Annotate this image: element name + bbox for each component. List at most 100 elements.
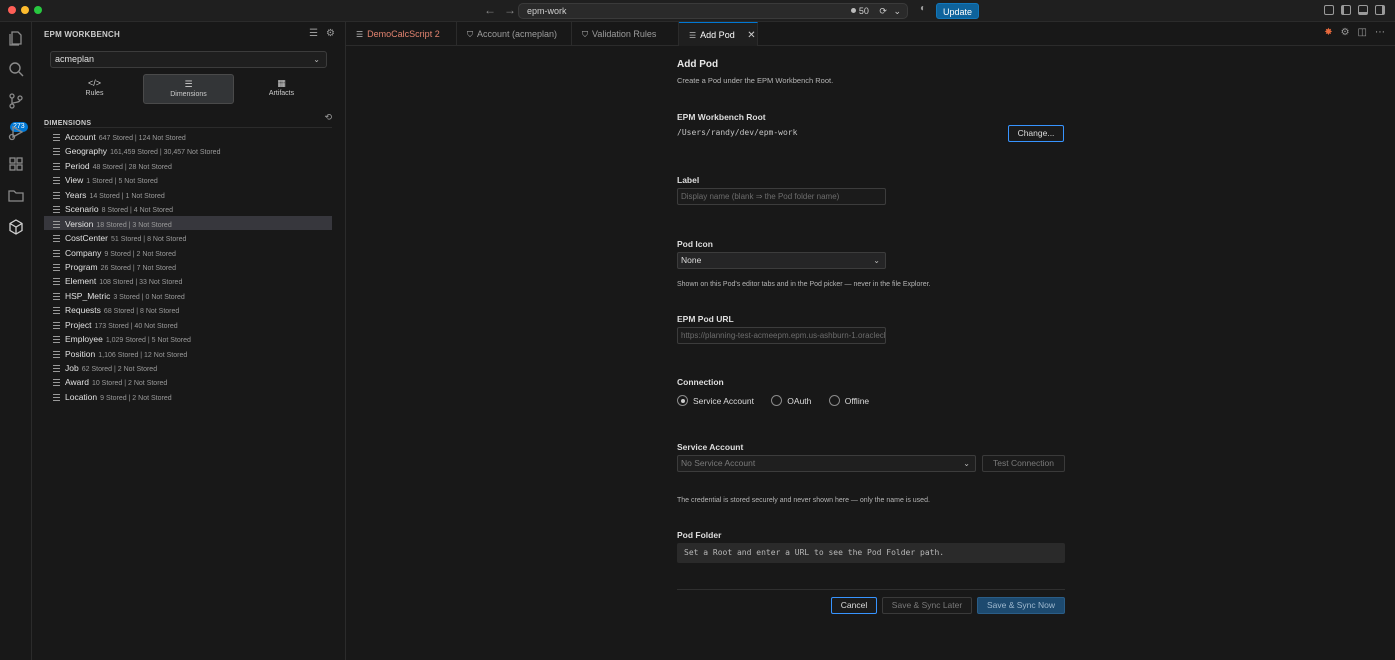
save-sync-later-button[interactable]: Save & Sync Later bbox=[882, 597, 972, 614]
tab-democalcscript[interactable]: ☰ DemoCalcScript 2 bbox=[346, 22, 457, 46]
dimension-row[interactable]: Program 26 Stored | 7 Not Stored bbox=[44, 259, 332, 273]
dimension-row[interactable]: Scenario 8 Stored | 4 Not Stored bbox=[44, 201, 332, 215]
dimension-row[interactable]: Version 18 Stored | 3 Not Stored bbox=[44, 215, 332, 231]
tab-add-pod[interactable]: ☰ Add Pod ✕ bbox=[679, 22, 758, 46]
dimensions-section-header[interactable]: DIMENSIONS ⟲ bbox=[44, 112, 332, 128]
change-root-button[interactable]: Change... bbox=[1008, 125, 1064, 142]
epm-workbench-sidebar: EPM WORKBENCH ☰ ⚙ acmeplan ⌄ </> Rules ☰ … bbox=[32, 22, 346, 660]
minimize-window-button[interactable] bbox=[21, 6, 29, 14]
dimension-stats: 62 Stored | 2 Not Stored bbox=[81, 366, 158, 373]
service-account-help: The credential is stored securely and ne… bbox=[677, 497, 930, 504]
toggle-primary-sidebar-icon[interactable] bbox=[1341, 5, 1351, 15]
extensions-icon[interactable] bbox=[7, 155, 25, 173]
tab-label: Account (acmeplan) bbox=[477, 29, 558, 39]
dimension-icon bbox=[53, 336, 60, 344]
settings-gear-icon[interactable]: ⚙ bbox=[1341, 27, 1350, 38]
customize-layout-icon[interactable] bbox=[1324, 5, 1334, 15]
settings-gear-icon[interactable]: ⚙ bbox=[326, 28, 335, 39]
dimension-stats: 8 Stored | 4 Not Stored bbox=[101, 207, 174, 215]
radio-oauth-label: OAuth bbox=[787, 396, 812, 406]
application-select[interactable]: acmeplan ⌄ bbox=[50, 51, 327, 68]
refresh-dimensions-icon[interactable]: ⟲ bbox=[324, 112, 332, 123]
segment-artifacts[interactable]: ▦ Artifacts bbox=[236, 74, 327, 104]
code-icon: </> bbox=[87, 78, 101, 88]
radio-service-account[interactable] bbox=[677, 395, 688, 406]
dimension-row[interactable]: Years 14 Stored | 1 Not Stored bbox=[44, 187, 332, 201]
command-center-text: epm-work bbox=[527, 6, 567, 16]
save-sync-now-button[interactable]: Save & Sync Now bbox=[977, 597, 1065, 614]
close-window-button[interactable] bbox=[8, 6, 16, 14]
list-filter-icon[interactable]: ☰ bbox=[309, 28, 318, 39]
dimension-row[interactable]: Position 1,106 Stored | 12 Not Stored bbox=[44, 346, 332, 360]
connection-radio-group: Service Account OAuth Offline bbox=[677, 393, 883, 407]
epm-workbench-cube-icon[interactable] bbox=[7, 218, 25, 236]
back-arrow-icon[interactable]: ← bbox=[484, 3, 504, 17]
command-center[interactable]: epm-work 50 ⟳ ⌄ bbox=[518, 3, 908, 19]
radio-oauth[interactable] bbox=[771, 395, 783, 406]
dimension-row[interactable]: Requests 68 Stored | 8 Not Stored bbox=[44, 302, 332, 316]
dimension-row[interactable]: Award 10 Stored | 2 Not Stored bbox=[44, 374, 332, 388]
run-debug-icon[interactable] bbox=[7, 123, 25, 141]
tab-problem-count: 2 bbox=[434, 29, 440, 39]
dimension-row[interactable]: Account 647 Stored | 124 Not Stored bbox=[44, 129, 332, 143]
radio-offline[interactable] bbox=[828, 395, 840, 406]
pod-icon-select[interactable]: None ⌄ bbox=[677, 252, 886, 269]
service-account-select-value: No Service Account bbox=[681, 458, 756, 468]
cancel-button[interactable]: Cancel bbox=[831, 597, 877, 614]
status-counter: 50 bbox=[858, 6, 869, 16]
dimension-row[interactable]: View 1 Stored | 5 Not Stored bbox=[44, 172, 332, 186]
segment-rules[interactable]: </> Rules bbox=[49, 74, 140, 104]
source-control-icon[interactable] bbox=[7, 92, 25, 110]
dimension-row[interactable]: CostCenter 51 Stored | 8 Not Stored bbox=[44, 230, 332, 244]
dimension-name: Employee bbox=[65, 334, 103, 345]
tab-account[interactable]: ⛉ Account (acmeplan) bbox=[457, 22, 572, 46]
explorer-files-icon[interactable] bbox=[7, 29, 25, 47]
tab-validation-rules[interactable]: ⛉ Validation Rules bbox=[572, 22, 679, 46]
dimension-stats: 10 Stored | 2 Not Stored bbox=[91, 380, 168, 388]
dimension-stats: 51 Stored | 8 Not Stored bbox=[111, 236, 187, 244]
search-icon[interactable] bbox=[7, 60, 25, 78]
close-tab-icon[interactable]: ✕ bbox=[747, 30, 755, 41]
segment-dimensions-label: Dimensions bbox=[170, 91, 207, 98]
dimension-stats: 1 Stored | 5 Not Stored bbox=[86, 178, 158, 186]
split-editor-icon[interactable]: ◫ bbox=[1358, 27, 1367, 38]
dimension-row[interactable]: Geography 161,459 Stored | 30,457 Not Sto… bbox=[44, 143, 332, 157]
chevron-down-icon[interactable]: ⌄ bbox=[893, 6, 901, 16]
dimension-stats: 26 Stored | 7 Not Stored bbox=[100, 264, 176, 272]
folder-icon[interactable] bbox=[7, 186, 25, 204]
artifacts-icon: ▦ bbox=[277, 78, 286, 88]
chevron-down-icon: ⌄ bbox=[313, 55, 320, 64]
dimension-row[interactable]: Location 9 Stored | 2 Not Stored bbox=[44, 389, 332, 403]
toggle-secondary-sidebar-icon[interactable] bbox=[1375, 5, 1385, 15]
accounts-globe-icon[interactable]: ◐ bbox=[920, 3, 926, 14]
dimension-row[interactable]: Element 108 Stored | 33 Not Stored bbox=[44, 273, 332, 287]
dimension-stats: 3 Stored | 0 Not Stored bbox=[113, 293, 185, 301]
dimension-row[interactable]: Job 62 Stored | 2 Not Stored bbox=[44, 360, 332, 374]
more-actions-icon[interactable]: ⋯ bbox=[1375, 27, 1385, 38]
service-account-select[interactable]: No Service Account ⌄ bbox=[677, 455, 976, 472]
dimension-name: View bbox=[65, 175, 84, 186]
dimension-row[interactable]: Period 48 Stored | 28 Not Stored bbox=[44, 158, 332, 172]
pod-folder-label: Pod Folder bbox=[677, 530, 722, 540]
maximize-window-button[interactable] bbox=[34, 6, 42, 14]
sync-icon[interactable]: ⟳ bbox=[879, 6, 887, 16]
dimension-name: Period bbox=[65, 160, 90, 171]
update-button[interactable]: Update bbox=[936, 3, 980, 19]
dimension-row[interactable]: Company 9 Stored | 2 Not Stored bbox=[44, 245, 332, 259]
dimension-stats: 173 Stored | 40 Not Stored bbox=[94, 322, 178, 330]
pod-url-input[interactable]: https://planning-test-acmeepm.epm.us-ash… bbox=[677, 327, 886, 344]
editor-tab-bar: ☰ DemoCalcScript 2 ⛉ Account (acmeplan) ⛉ V… bbox=[346, 22, 1395, 46]
toggle-panel-icon[interactable] bbox=[1358, 5, 1368, 15]
dimension-row[interactable]: HSP_Metric 3 Stored | 0 Not Stored bbox=[44, 288, 332, 302]
command-center-status: 50 ⟳ ⌄ bbox=[850, 4, 901, 18]
dimension-icon bbox=[53, 350, 60, 358]
application-select-value: acmeplan bbox=[55, 54, 95, 64]
page-title: Add Pod bbox=[677, 59, 719, 70]
dimension-row[interactable]: Employee 1,029 Stored | 5 Not Stored bbox=[44, 331, 332, 345]
segment-dimensions[interactable]: ☰ Dimensions bbox=[143, 74, 234, 104]
spark-icon[interactable]: ✸ bbox=[1324, 27, 1332, 38]
label-input[interactable]: Display name (blank ⇒ the Pod folder nam… bbox=[677, 188, 886, 205]
dimensions-icon: ☰ bbox=[184, 79, 193, 89]
dimension-row[interactable]: Project 173 Stored | 40 Not Stored bbox=[44, 317, 332, 331]
test-connection-button[interactable]: Test Connection bbox=[982, 455, 1065, 472]
